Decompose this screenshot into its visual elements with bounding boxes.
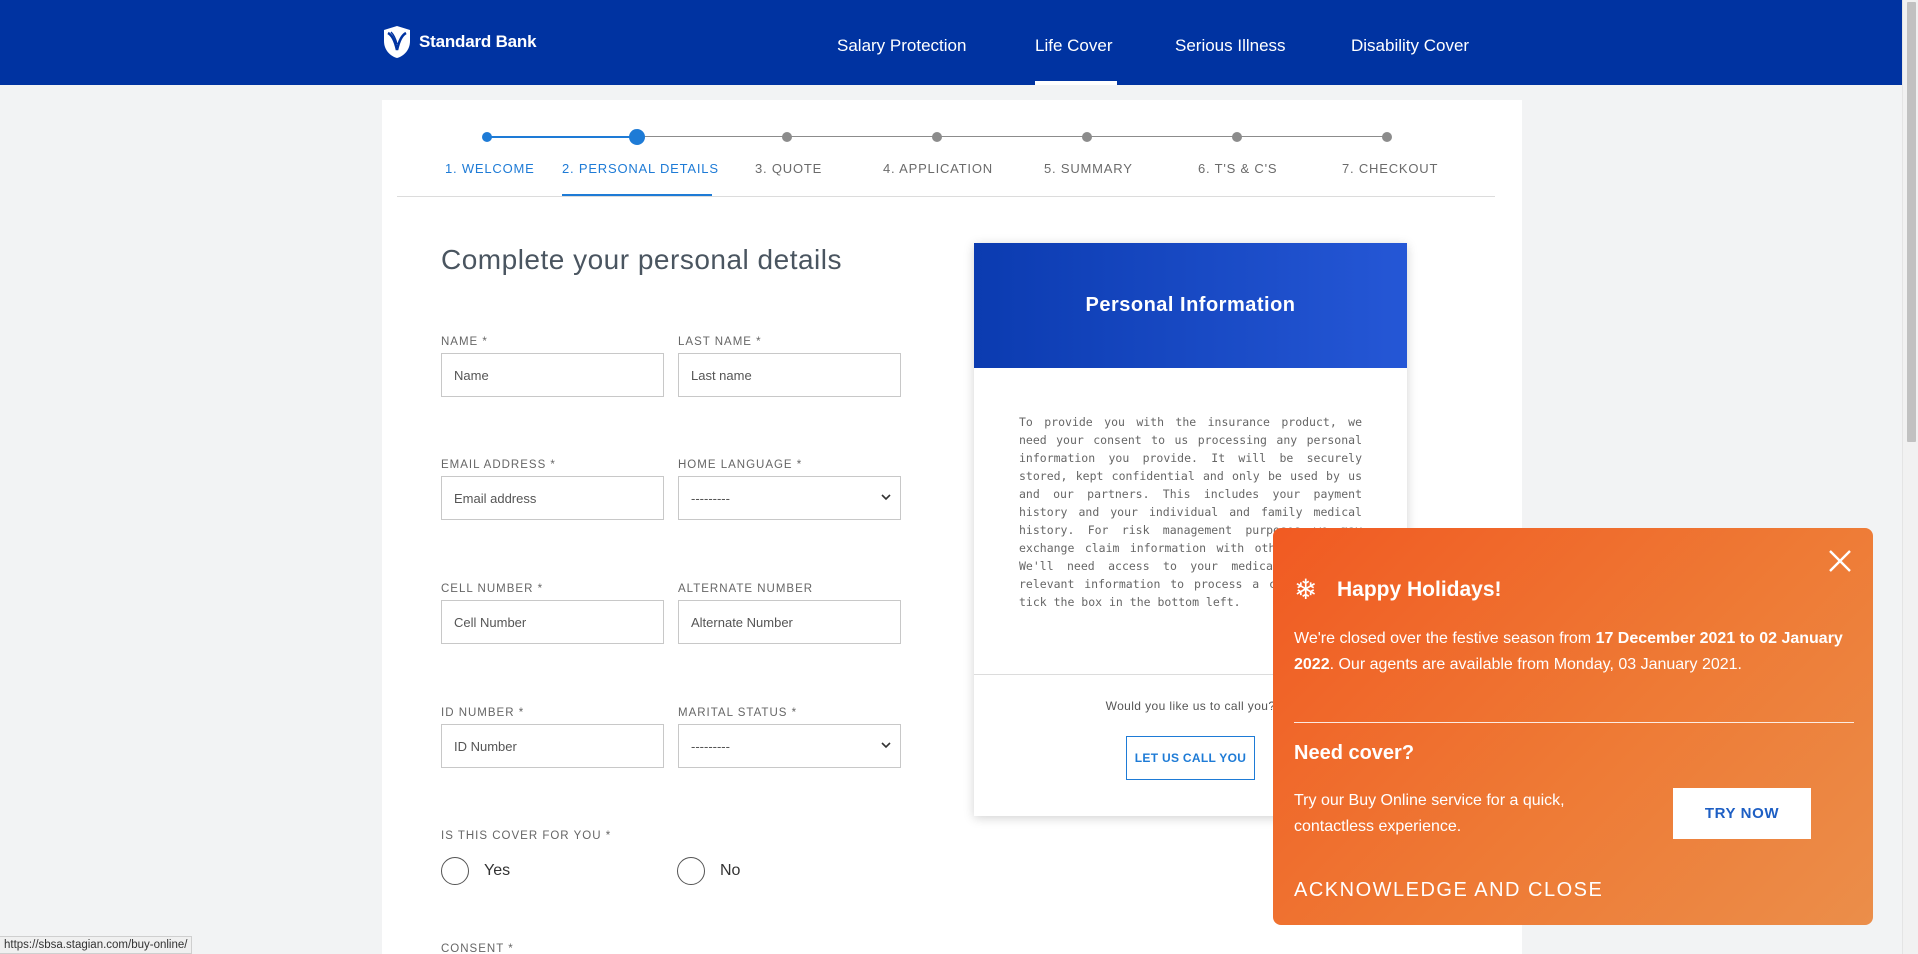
name-label: NAME *: [441, 336, 488, 348]
form-title: Complete your personal details: [441, 244, 842, 275]
popup-message: We're closed over the festive season fro…: [1294, 626, 1854, 678]
acknowledge-close-button[interactable]: ACKNOWLEDGE AND CLOSE: [1294, 879, 1603, 902]
cover-no-label[interactable]: No: [720, 862, 740, 880]
step-dot-application: [932, 132, 942, 142]
last-name-field[interactable]: Last name: [678, 353, 901, 397]
email-label: EMAIL ADDRESS *: [441, 459, 556, 471]
stepper-line-done: [487, 136, 637, 138]
holiday-popup: ❄ Happy Holidays! We're closed over the …: [1273, 528, 1873, 925]
stepper-line-pending: [637, 136, 1387, 137]
step-dot-terms: [1232, 132, 1242, 142]
alternate-number-field[interactable]: Alternate Number: [678, 600, 901, 644]
marital-status-value: ---------: [691, 738, 730, 754]
brand-name: Standard Bank: [419, 32, 537, 51]
brand-logo[interactable]: Standard Bank: [383, 25, 537, 59]
scrollbar-thumb[interactable]: [1907, 2, 1916, 442]
step-label-welcome[interactable]: 1. WELCOME: [445, 161, 535, 176]
status-bar-url: https://sbsa.stagian.com/buy-online/: [0, 936, 193, 954]
snowflake-icon: ❄: [1294, 574, 1318, 605]
step-dot-quote: [782, 132, 792, 142]
nav-salary-protection[interactable]: Salary Protection: [837, 36, 966, 56]
try-now-button[interactable]: TRY NOW: [1673, 788, 1811, 839]
step-dot-checkout: [1382, 132, 1392, 142]
shield-logo-icon: [384, 26, 410, 58]
step-dot-personal-details[interactable]: [629, 129, 645, 145]
step-dot-welcome[interactable]: [482, 132, 492, 142]
marital-status-select[interactable]: ---------: [678, 724, 901, 768]
top-navbar: Standard Bank Salary Protection Life Cov…: [0, 0, 1902, 85]
popup-divider: [1294, 722, 1854, 723]
need-cover-text: Try our Buy Online service for a quick, …: [1294, 792, 1565, 835]
step-label-checkout: 7. CHECKOUT: [1342, 161, 1439, 176]
popup-message-suffix: . Our agents are available from Monday, …: [1329, 656, 1742, 673]
id-number-field[interactable]: ID Number: [441, 724, 664, 768]
home-language-select[interactable]: ---------: [678, 476, 901, 520]
step-dot-summary: [1082, 132, 1092, 142]
cell-number-label: CELL NUMBER *: [441, 583, 544, 595]
cover-for-you-label: IS THIS COVER FOR YOU *: [441, 830, 612, 842]
last-name-label: LAST NAME *: [678, 336, 762, 348]
step-label-terms: 6. T'S & C'S: [1198, 161, 1278, 176]
popup-message-prefix: We're closed over the festive season fro…: [1294, 630, 1596, 647]
consent-label: CONSENT *: [441, 943, 514, 954]
nav-life-cover[interactable]: Life Cover: [1035, 36, 1112, 56]
chevron-down-icon: [881, 742, 891, 749]
cell-number-field[interactable]: Cell Number: [441, 600, 664, 644]
personal-info-header: Personal Information: [974, 243, 1407, 368]
nav-disability-cover[interactable]: Disability Cover: [1351, 36, 1469, 56]
cover-yes-radio[interactable]: [441, 857, 469, 885]
step-label-personal-details[interactable]: 2. PERSONAL DETAILS: [562, 161, 719, 176]
nav-serious-illness[interactable]: Serious Illness: [1175, 36, 1286, 56]
step-label-application: 4. APPLICATION: [883, 161, 993, 176]
personal-info-title: Personal Information: [1085, 294, 1296, 316]
cover-yes-label[interactable]: Yes: [484, 862, 510, 880]
active-nav-indicator: [1035, 81, 1117, 85]
email-field[interactable]: Email address: [441, 476, 664, 520]
close-icon[interactable]: [1825, 546, 1855, 576]
home-language-label: HOME LANGUAGE *: [678, 459, 803, 471]
page-scrollbar[interactable]: [1902, 0, 1918, 954]
alternate-number-label: ALTERNATE NUMBER: [678, 583, 814, 595]
home-language-value: ---------: [691, 490, 730, 506]
stepper-divider: [397, 196, 1495, 197]
marital-status-label: MARITAL STATUS *: [678, 707, 798, 719]
let-us-call-you-button[interactable]: LET US CALL YOU: [1126, 736, 1255, 780]
step-label-quote: 3. QUOTE: [755, 161, 823, 176]
chevron-down-icon: [881, 494, 891, 501]
name-field[interactable]: Name: [441, 353, 664, 397]
cover-no-radio[interactable]: [677, 857, 705, 885]
popup-title: Happy Holidays!: [1337, 578, 1502, 601]
need-cover-title: Need cover?: [1294, 742, 1415, 764]
step-label-summary: 5. SUMMARY: [1044, 161, 1133, 176]
id-number-label: ID NUMBER *: [441, 707, 525, 719]
